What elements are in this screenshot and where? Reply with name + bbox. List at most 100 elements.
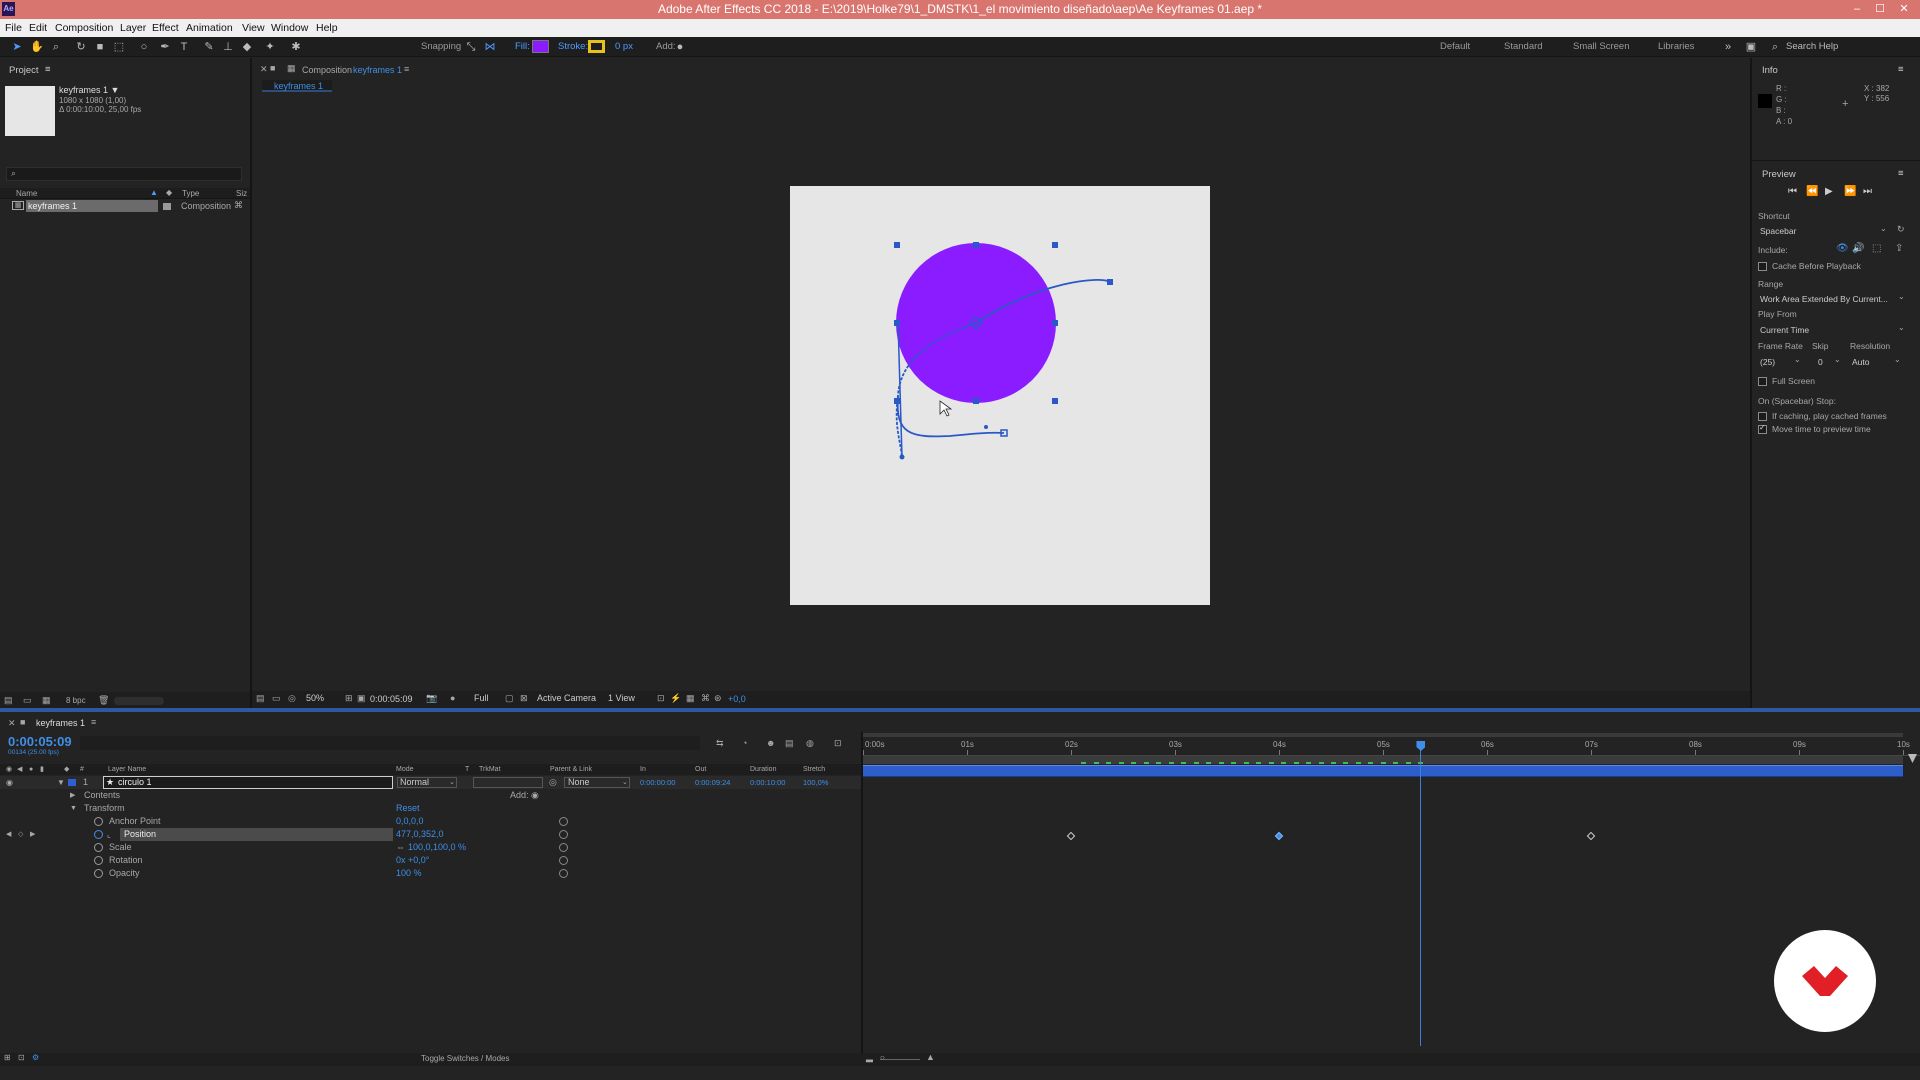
cache-before-playback-checkbox[interactable] bbox=[1758, 262, 1767, 271]
include-video-icon[interactable]: 👁 bbox=[1836, 243, 1849, 254]
menu-view[interactable]: View bbox=[242, 19, 265, 37]
time-ruler[interactable]: 0:00s 01s 02s 03s 04s 05s 06s 07s 08s 09s 10s bbox=[863, 738, 1920, 756]
expression-pickwhip-icon[interactable] bbox=[559, 817, 568, 826]
panel-menu-icon[interactable]: ≡ bbox=[91, 717, 96, 727]
property-value[interactable]: 100 % bbox=[396, 867, 422, 880]
toggle-switches-modes-button[interactable]: Toggle Switches / Modes bbox=[421, 1054, 510, 1063]
composition-tab-prefix[interactable]: Composition bbox=[302, 65, 352, 75]
duration-header[interactable]: Duration bbox=[750, 764, 776, 775]
zoom-out-icon[interactable]: ▂ bbox=[866, 1052, 873, 1063]
brush-tool-icon[interactable]: ✎ bbox=[202, 40, 216, 54]
project-search-input[interactable]: ⌕ bbox=[6, 167, 242, 181]
preview-panel-title[interactable]: Preview bbox=[1762, 169, 1796, 180]
add-button-icon[interactable]: ● bbox=[673, 40, 687, 54]
move-time-checkbox[interactable] bbox=[1758, 423, 1767, 434]
work-area-end-icon[interactable] bbox=[1908, 754, 1917, 763]
bezier-handle-end[interactable] bbox=[899, 454, 905, 460]
menu-effect[interactable]: Effect bbox=[152, 19, 179, 37]
expression-pickwhip-icon[interactable] bbox=[559, 869, 568, 878]
current-timecode[interactable]: 0:00:05:09 bbox=[8, 734, 72, 749]
property-row-position[interactable]: ◀ ◇ ▶ ⌞ Position 477,0,352,0 bbox=[0, 828, 862, 841]
play-icon[interactable]: ▶ bbox=[1825, 186, 1833, 197]
label-color-swatch[interactable] bbox=[68, 779, 76, 786]
stopwatch-icon[interactable] bbox=[94, 817, 103, 826]
property-value[interactable]: 100,0,100,0 % bbox=[408, 841, 466, 854]
workspace-libraries[interactable]: Libraries bbox=[1658, 40, 1694, 54]
clone-stamp-tool-icon[interactable]: ⊥ bbox=[221, 40, 235, 54]
eraser-tool-icon[interactable]: ◆ bbox=[240, 40, 254, 54]
maximize-button[interactable]: ☐ bbox=[1869, 0, 1891, 19]
col-type[interactable]: Type bbox=[182, 189, 199, 198]
menu-composition[interactable]: Composition bbox=[55, 19, 113, 37]
first-frame-icon[interactable]: ⏮ bbox=[1788, 186, 1797, 197]
menu-layer[interactable]: Layer bbox=[120, 19, 146, 37]
add-keyframe-icon[interactable]: ◇ bbox=[18, 828, 23, 841]
property-row[interactable]: Scale ⇔ 100,0,100,0 % bbox=[0, 841, 862, 854]
flowchart-icon[interactable]: ⌘ bbox=[234, 200, 243, 211]
property-value[interactable]: 477,0,352,0 bbox=[396, 828, 444, 841]
zoom-in-icon[interactable]: ▲ bbox=[926, 1052, 935, 1062]
hand-tool-icon[interactable]: ✋ bbox=[30, 40, 44, 54]
stretch-header[interactable]: Stretch bbox=[803, 764, 825, 775]
comp-mini-flowchart-icon[interactable]: ⇆ bbox=[716, 738, 724, 749]
exposure-value[interactable]: +0,0 bbox=[728, 694, 746, 704]
fast-previews-icon[interactable]: ⚡ bbox=[670, 693, 681, 704]
stopwatch-icon[interactable] bbox=[94, 843, 103, 852]
bbox-handle-tl[interactable] bbox=[894, 242, 900, 248]
frame-blending-icon[interactable]: ▤ bbox=[785, 738, 794, 749]
lock-icon[interactable]: ■ bbox=[270, 63, 275, 73]
skip-dropdown[interactable]: 0 bbox=[1818, 357, 1823, 367]
zoom-tool-icon[interactable]: ⌕ bbox=[49, 40, 63, 54]
region-of-interest-icon[interactable]: ▢ bbox=[505, 693, 514, 704]
thumbnail-size-slider[interactable] bbox=[114, 697, 164, 705]
camera-snapshot-icon[interactable]: 📷 bbox=[426, 693, 437, 704]
range-dropdown[interactable]: Work Area Extended By Current... bbox=[1760, 294, 1888, 304]
trkmat-dropdown[interactable] bbox=[473, 777, 543, 788]
project-panel-title[interactable]: Project bbox=[9, 65, 39, 76]
menu-help[interactable]: Help bbox=[316, 19, 338, 37]
contents-row[interactable]: ▶ Contents Add: ◉ bbox=[0, 789, 862, 802]
timeline-search-input[interactable] bbox=[80, 736, 700, 750]
minimize-button[interactable]: – bbox=[1846, 0, 1868, 19]
new-composition-icon[interactable]: ▦ bbox=[42, 695, 51, 706]
bbox-handle-bl[interactable] bbox=[894, 398, 900, 404]
toggle-pixel-aspect-icon[interactable]: ⊡ bbox=[657, 693, 665, 704]
expression-pickwhip-icon[interactable] bbox=[559, 856, 568, 865]
t-header[interactable]: T bbox=[465, 764, 469, 775]
property-row[interactable]: Rotation 0x +0,0° bbox=[0, 854, 862, 867]
menu-animation[interactable]: Animation bbox=[186, 19, 233, 37]
transfer-controls-icon[interactable]: ⊡ bbox=[18, 1053, 25, 1062]
timeline-tab-name[interactable]: keyframes 1 bbox=[36, 718, 85, 728]
last-frame-icon[interactable]: ⏭ bbox=[1863, 186, 1872, 197]
include-audio-icon[interactable]: 🔊 bbox=[1852, 243, 1864, 254]
timeline-graph-area[interactable]: 0:00s 01s 02s 03s 04s 05s 06s 07s 08s 09s 10s bbox=[863, 732, 1920, 1052]
parent-dropdown[interactable]: None bbox=[568, 776, 590, 789]
layer-row[interactable]: ◉ ▼ 1 ★ circulo 1 Normal ⌄ ◎ None ⌄ 0:00… bbox=[0, 776, 862, 789]
expression-pickwhip-icon[interactable] bbox=[559, 843, 568, 852]
shy-layers-icon[interactable]: ☻ bbox=[766, 738, 775, 748]
bbox-handle-bc[interactable] bbox=[973, 398, 979, 404]
prev-keyframe-icon[interactable]: ◀ bbox=[6, 828, 11, 841]
blend-mode-dropdown[interactable]: Normal bbox=[400, 776, 429, 789]
export-icon[interactable]: ⇪ bbox=[1895, 243, 1903, 254]
close-button[interactable]: ✕ bbox=[1893, 0, 1915, 19]
always-preview-icon[interactable]: ▤ bbox=[256, 693, 265, 704]
info-panel-title[interactable]: Info bbox=[1762, 65, 1778, 76]
panel-menu-icon[interactable]: ≡ bbox=[404, 64, 409, 74]
interpret-footage-icon[interactable]: ▤ bbox=[4, 695, 13, 706]
time-zoom-slider[interactable] bbox=[880, 1059, 920, 1060]
layer-name-header[interactable]: Layer Name bbox=[108, 764, 146, 775]
resolution-dropdown[interactable]: Auto bbox=[1852, 357, 1870, 367]
property-value[interactable]: 0x +0,0° bbox=[396, 854, 429, 867]
selection-tool-icon[interactable]: ➤ bbox=[10, 40, 24, 54]
transform-row[interactable]: ▼ Transform Reset bbox=[0, 802, 862, 815]
layer-duration[interactable]: 0:00:10:00 bbox=[750, 776, 785, 789]
resolution-dropdown[interactable]: Full bbox=[474, 693, 489, 703]
layer-in[interactable]: 0:00:00:00 bbox=[640, 776, 675, 789]
pan-behind-tool-icon[interactable]: ⬚ bbox=[112, 40, 126, 54]
in-header[interactable]: In bbox=[640, 764, 646, 775]
layer-name[interactable]: circulo 1 bbox=[118, 776, 152, 789]
menu-file[interactable]: File bbox=[5, 19, 22, 37]
col-name[interactable]: Name bbox=[16, 189, 37, 198]
trkmat-header[interactable]: TrkMat bbox=[479, 764, 501, 775]
